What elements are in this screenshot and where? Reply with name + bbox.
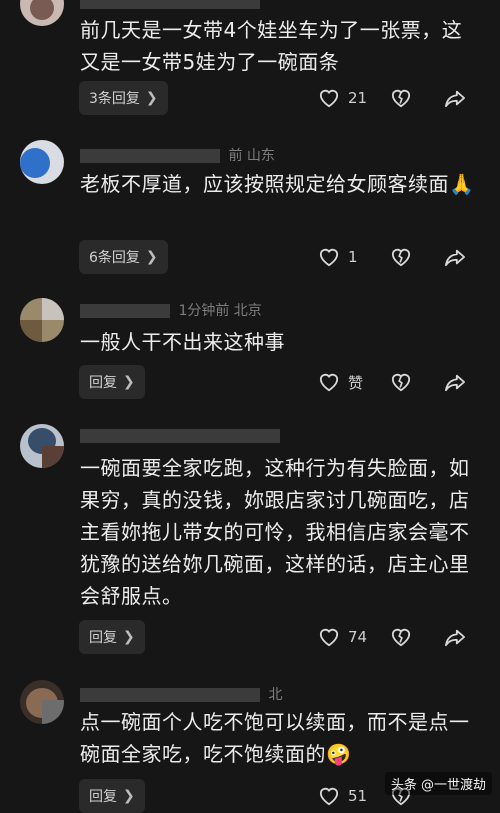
reply-label: 6条回复 [89, 250, 140, 266]
reply-button[interactable]: 回复 ❯ [79, 779, 145, 813]
avatar[interactable] [20, 298, 64, 342]
share-button[interactable] [444, 247, 474, 267]
chevron-right-icon: ❯ [123, 788, 135, 804]
comment-meta: 1分钟前 北京 [80, 300, 262, 320]
chevron-right-icon: ❯ [123, 629, 135, 645]
meta-text: 北 [268, 687, 283, 703]
heart-icon [319, 628, 339, 647]
comment-actions: 赞 [318, 367, 474, 397]
heart-icon [319, 89, 339, 108]
like-button[interactable]: 1 [318, 247, 390, 267]
like-count: 赞 [348, 373, 364, 392]
comment-meta [80, 0, 264, 10]
chevron-right-icon: ❯ [123, 374, 135, 390]
share-icon [444, 374, 465, 392]
chevron-right-icon: ❯ [145, 90, 158, 106]
reply-label: 3条回复 [89, 91, 140, 107]
reply-button[interactable]: 回复 ❯ [79, 365, 145, 399]
meta-text: 前 山东 [228, 148, 275, 164]
comment-text: 一碗面要全家吃跑，这种行为有失脸面，如果穷，真的没钱，妳跟店家讨几碗面吃，店主看… [80, 456, 470, 608]
reply-label: 回复 [89, 630, 117, 646]
like-button[interactable]: 21 [318, 88, 390, 108]
like-button[interactable]: 51 [318, 786, 390, 806]
watermark: 头条 @一世渡劫 [384, 772, 492, 795]
like-count: 74 [348, 628, 368, 646]
dislike-button[interactable] [390, 247, 444, 267]
share-button[interactable] [444, 88, 474, 108]
heart-icon [319, 248, 339, 267]
heart-icon [319, 787, 339, 806]
dislike-button[interactable] [390, 372, 444, 392]
comment-text: 前几天是一女带4个娃坐车为了一张票，这又是一女带5娃为了一碗面条 [80, 18, 463, 74]
share-icon [444, 629, 465, 647]
reply-label: 回复 [89, 375, 117, 391]
meta-text: 1分钟前 北京 [178, 303, 262, 319]
like-count: 51 [348, 787, 368, 805]
comment-meta: 北 [80, 684, 282, 704]
comment-actions: 21 [318, 83, 474, 113]
share-button[interactable] [444, 372, 474, 392]
comment-actions: 1 [318, 242, 474, 272]
like-button[interactable]: 赞 [318, 372, 390, 393]
broken-heart-icon [391, 628, 411, 647]
broken-heart-icon [391, 89, 411, 108]
comment-text: 一般人干不出来这种事 [80, 330, 285, 354]
avatar[interactable] [20, 140, 64, 184]
broken-heart-icon [391, 373, 411, 392]
like-count: 1 [348, 248, 358, 266]
view-replies-button[interactable]: 3条回复 ❯ [79, 81, 168, 115]
like-count: 21 [348, 89, 368, 107]
view-replies-button[interactable]: 6条回复 ❯ [79, 240, 168, 274]
like-button[interactable]: 74 [318, 627, 390, 647]
comment-text: 点一碗面个人吃不饱可以续面，而不是点一碗面全家吃，吃不饱续面的🤪 [80, 710, 470, 766]
reply-button[interactable]: 回复 ❯ [79, 620, 145, 654]
avatar[interactable] [20, 680, 64, 724]
avatar[interactable] [20, 424, 64, 468]
broken-heart-icon [391, 248, 411, 267]
reply-label: 回复 [89, 789, 117, 805]
share-icon [444, 249, 465, 267]
comment-text: 老板不厚道，应该按照规定给女顾客续面🙏 [80, 172, 475, 196]
heart-icon [319, 373, 339, 392]
dislike-button[interactable] [390, 627, 444, 647]
comment-meta: 前 山东 [80, 145, 275, 165]
comment-meta [80, 428, 284, 444]
share-button[interactable] [444, 627, 474, 647]
avatar[interactable] [20, 0, 64, 26]
chevron-right-icon: ❯ [145, 249, 158, 265]
dislike-button[interactable] [390, 88, 444, 108]
share-icon [444, 90, 465, 108]
comment-actions: 74 [318, 622, 474, 652]
